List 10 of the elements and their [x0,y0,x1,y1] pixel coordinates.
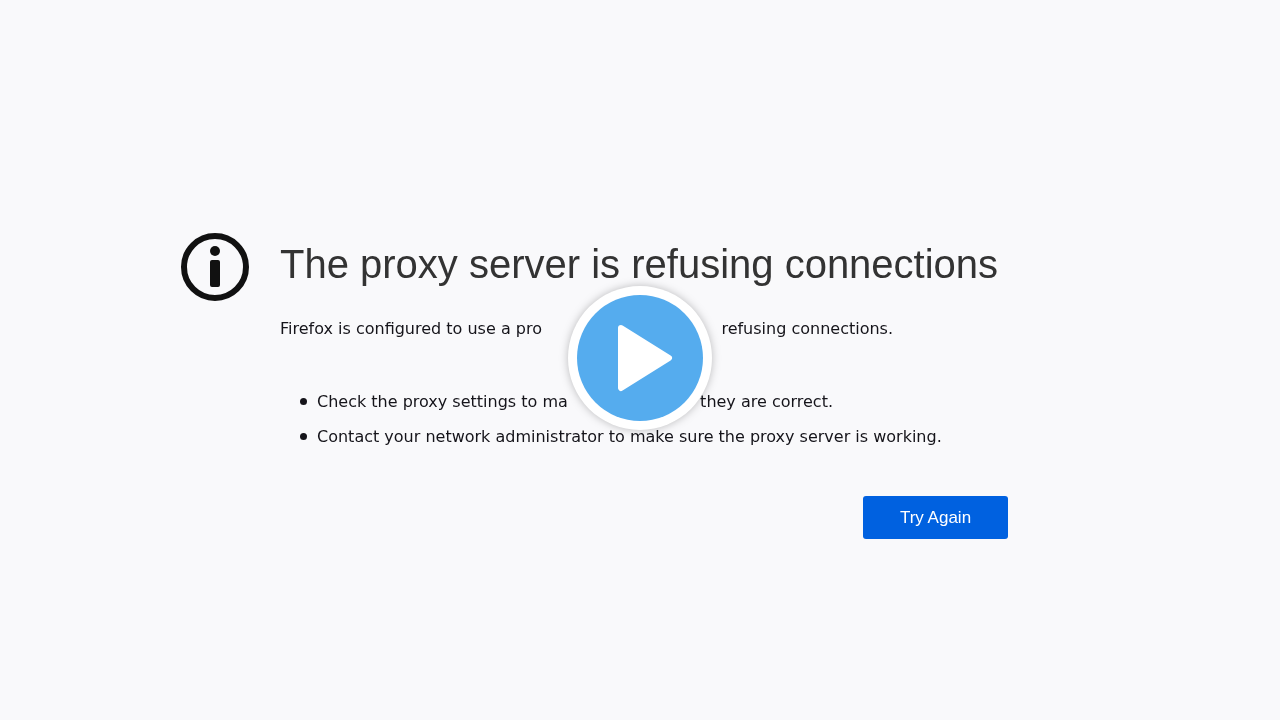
info-icon [180,232,250,302]
bullet-icon [300,398,307,405]
suggestion-text: they are correct. [700,392,833,411]
error-description: Firefox is configured to use a pro [280,318,542,340]
bullet-icon [300,433,307,440]
try-again-button[interactable]: Try Again [863,496,1008,539]
error-title: The proxy server is refusing connections [280,241,999,288]
error-description: refusing connections. [721,318,893,340]
suggestion-text: Check the proxy settings to ma [317,392,568,411]
suggestion-text: Contact your network administrator to make sure the proxy server is working. [317,427,942,446]
